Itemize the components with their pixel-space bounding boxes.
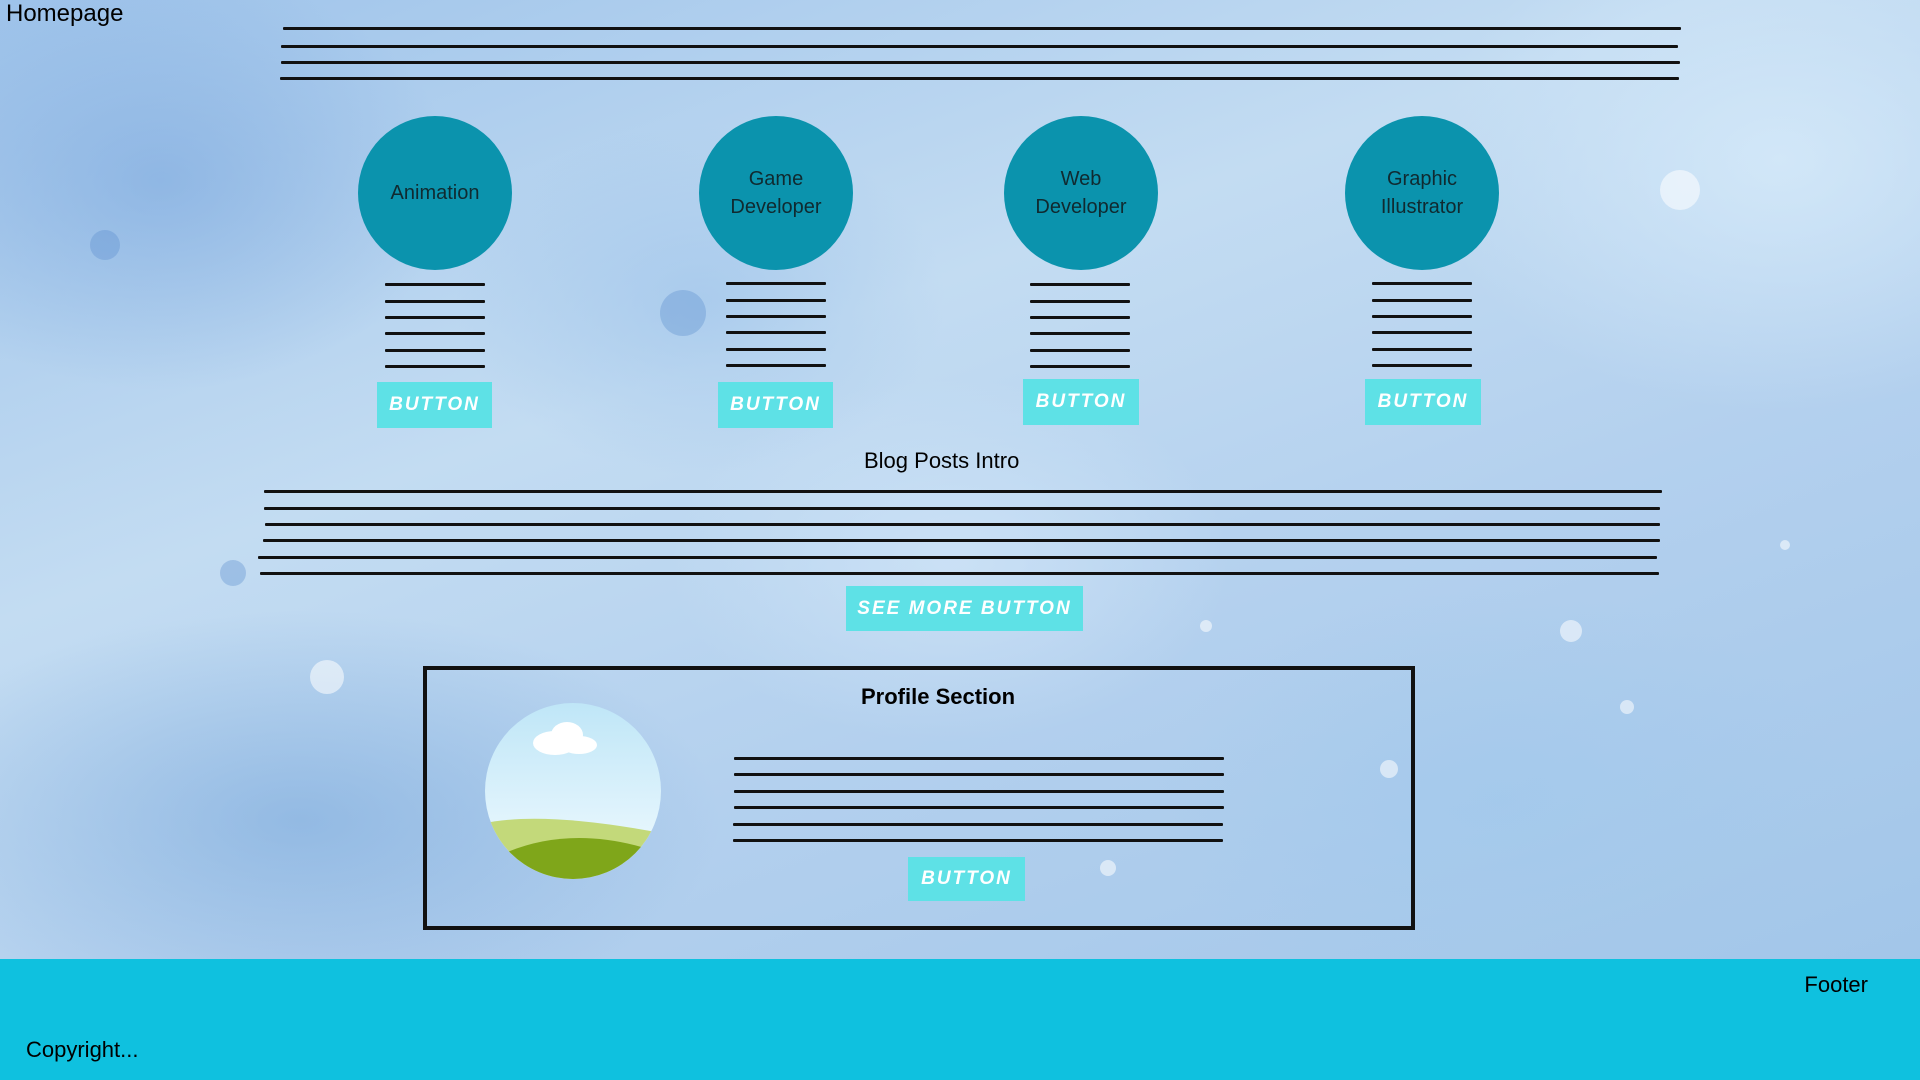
category-text-line <box>1372 348 1472 351</box>
footer <box>0 959 1920 1080</box>
header-text-line <box>283 27 1681 30</box>
page-title: Homepage <box>6 0 124 27</box>
graphic-illustrator-button[interactable]: BUTTON <box>1365 379 1481 425</box>
blog-text-line <box>260 572 1659 575</box>
blog-text-line <box>264 507 1660 510</box>
background-speck <box>1620 700 1634 714</box>
category-text-line <box>385 365 485 368</box>
category-text-line <box>726 348 826 351</box>
category-text-line <box>1372 315 1472 318</box>
category-text-line <box>726 299 826 302</box>
profile-button[interactable]: BUTTON <box>908 857 1025 901</box>
category-text-line <box>385 332 485 335</box>
profile-text-line <box>734 773 1224 776</box>
category-text-line <box>726 282 826 285</box>
category-text-line <box>1030 300 1130 303</box>
category-text-line <box>1372 364 1472 367</box>
header-text-line <box>280 77 1679 80</box>
background-speck <box>1660 170 1700 210</box>
category-label: Game Developer <box>730 168 822 218</box>
blog-text-line <box>265 523 1660 526</box>
background-speck <box>1780 540 1790 550</box>
category-text-line <box>1372 282 1472 285</box>
blog-intro-heading: Blog Posts Intro <box>864 448 1020 473</box>
profile-title: Profile Section <box>861 684 1016 709</box>
category-text-line <box>385 349 485 352</box>
category-text-line <box>1030 283 1130 286</box>
category-text-line <box>1030 332 1130 335</box>
profile-text-line <box>734 790 1224 793</box>
background-speck <box>90 230 120 260</box>
blog-text-line <box>264 490 1662 493</box>
category-label: Graphic Illustrator <box>1380 168 1464 218</box>
animation-button[interactable]: BUTTON <box>377 382 492 428</box>
see-more-button[interactable]: SEE MORE BUTTON <box>846 586 1083 631</box>
profile-text-line <box>734 757 1224 760</box>
category-text-line <box>385 283 485 286</box>
category-text-line <box>385 316 485 319</box>
blog-text-line <box>263 539 1660 542</box>
profile-text-line <box>734 806 1224 809</box>
category-text-line <box>726 315 826 318</box>
category-text-line <box>1030 349 1130 352</box>
category-text-line <box>1372 299 1472 302</box>
category-circle-animation[interactable]: Animation <box>358 116 512 270</box>
background-speck <box>1560 620 1582 642</box>
copyright-text: Copyright... <box>26 1037 139 1062</box>
category-text-line <box>726 364 826 367</box>
category-label: Web Developer <box>1035 168 1127 218</box>
page-canvas: Homepage Animation BUTTON Game Developer… <box>0 0 1920 1080</box>
profile-text-line <box>733 823 1223 826</box>
web-developer-button[interactable]: BUTTON <box>1023 379 1139 425</box>
category-label: Animation <box>390 182 480 204</box>
category-text-line <box>385 300 485 303</box>
background-speck <box>220 560 246 586</box>
category-circle-game-developer[interactable]: Game Developer <box>699 116 853 270</box>
category-text-line <box>1030 365 1130 368</box>
category-circle-web-developer[interactable]: Web Developer <box>1004 116 1158 270</box>
background-speck <box>660 290 706 336</box>
category-text-line <box>1030 316 1130 319</box>
game-developer-button[interactable]: BUTTON <box>718 382 833 428</box>
footer-label: Footer <box>1804 972 1868 997</box>
background-speck <box>310 660 344 694</box>
profile-text-line <box>733 839 1223 842</box>
category-text-line <box>1372 331 1472 334</box>
category-text-line <box>726 331 826 334</box>
profile-avatar-image <box>485 703 661 879</box>
header-text-line <box>281 61 1680 64</box>
header-text-line <box>281 45 1678 48</box>
category-circle-graphic-illustrator[interactable]: Graphic Illustrator <box>1345 116 1499 270</box>
background-speck <box>1200 620 1212 632</box>
blog-text-line <box>258 556 1657 559</box>
